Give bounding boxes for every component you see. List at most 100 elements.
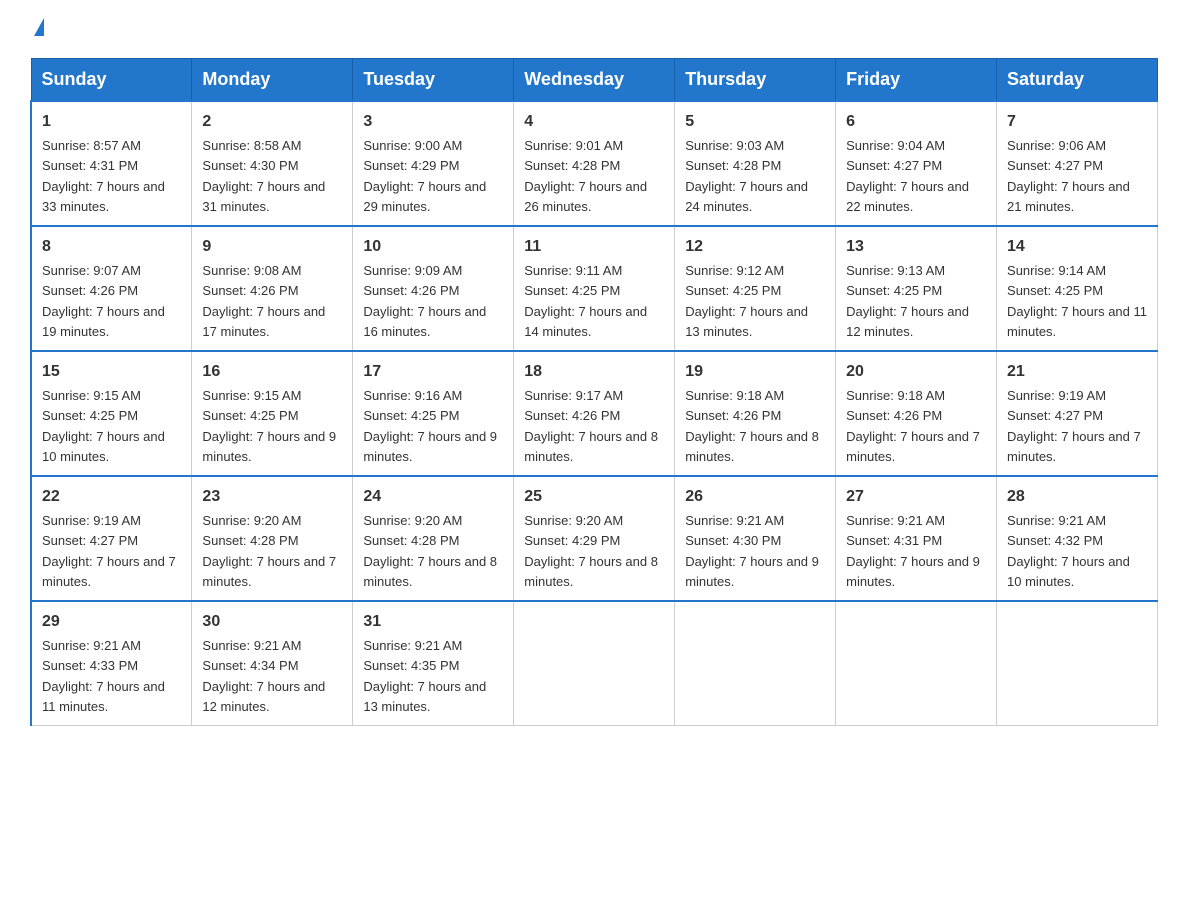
table-row: 16 Sunrise: 9:15 AMSunset: 4:25 PMDayligh… (192, 351, 353, 476)
day-info: Sunrise: 9:06 AMSunset: 4:27 PMDaylight:… (1007, 138, 1130, 214)
day-number: 10 (363, 235, 503, 259)
day-number: 20 (846, 360, 986, 384)
day-number: 5 (685, 110, 825, 134)
table-row: 26 Sunrise: 9:21 AMSunset: 4:30 PMDayligh… (675, 476, 836, 601)
day-info: Sunrise: 9:21 AMSunset: 4:30 PMDaylight:… (685, 513, 819, 589)
table-row: 17Sunrise: 9:16 AMSunset: 4:25 PMDayligh… (353, 351, 514, 476)
table-row (836, 601, 997, 726)
day-number: 21 (1007, 360, 1147, 384)
day-number: 9 (202, 235, 342, 259)
day-info: Sunrise: 9:18 AMSunset: 4:26 PMDaylight:… (846, 388, 980, 464)
day-info: Sunrise: 9:20 AMSunset: 4:28 PMDaylight:… (363, 513, 497, 589)
day-info: Sunrise: 9:19 AMSunset: 4:27 PMDaylight:… (42, 513, 176, 589)
table-row: 8Sunrise: 9:07 AMSunset: 4:26 PMDaylight… (31, 226, 192, 351)
day-info: Sunrise: 9:12 AMSunset: 4:25 PMDaylight:… (685, 263, 808, 339)
day-number: 26 (685, 485, 825, 509)
day-number: 2 (202, 110, 342, 134)
table-row: 18 Sunrise: 9:17 AMSunset: 4:26 PMDayligh… (514, 351, 675, 476)
day-number: 8 (42, 235, 181, 259)
table-row: 25Sunrise: 9:20 AMSunset: 4:29 PMDayligh… (514, 476, 675, 601)
day-number: 15 (42, 360, 181, 384)
week-row-1: 1 Sunrise: 8:57 AMSunset: 4:31 PMDaylight… (31, 101, 1158, 226)
calendar-table: SundayMondayTuesdayWednesdayThursdayFrid… (30, 58, 1158, 726)
day-info: Sunrise: 9:20 AMSunset: 4:29 PMDaylight:… (524, 513, 658, 589)
logo-triangle-icon (34, 18, 44, 36)
day-info: Sunrise: 9:21 AMSunset: 4:32 PMDaylight:… (1007, 513, 1130, 589)
table-row (675, 601, 836, 726)
table-row: 29 Sunrise: 9:21 AMSunset: 4:33 PMDayligh… (31, 601, 192, 726)
week-row-4: 22Sunrise: 9:19 AMSunset: 4:27 PMDayligh… (31, 476, 1158, 601)
day-number: 16 (202, 360, 342, 384)
table-row: 19 Sunrise: 9:18 AMSunset: 4:26 PMDayligh… (675, 351, 836, 476)
table-row: 10 Sunrise: 9:09 AMSunset: 4:26 PMDayligh… (353, 226, 514, 351)
table-row: 27 Sunrise: 9:21 AMSunset: 4:31 PMDayligh… (836, 476, 997, 601)
day-info: Sunrise: 9:15 AMSunset: 4:25 PMDaylight:… (202, 388, 336, 464)
day-info: Sunrise: 9:21 AMSunset: 4:31 PMDaylight:… (846, 513, 980, 589)
table-row: 7 Sunrise: 9:06 AMSunset: 4:27 PMDaylight… (997, 101, 1158, 226)
day-info: Sunrise: 9:04 AMSunset: 4:27 PMDaylight:… (846, 138, 969, 214)
table-row: 9 Sunrise: 9:08 AMSunset: 4:26 PMDaylight… (192, 226, 353, 351)
table-row: 14Sunrise: 9:14 AMSunset: 4:25 PMDayligh… (997, 226, 1158, 351)
day-info: Sunrise: 9:21 AMSunset: 4:33 PMDaylight:… (42, 638, 165, 714)
day-number: 1 (42, 110, 181, 134)
day-info: Sunrise: 9:09 AMSunset: 4:26 PMDaylight:… (363, 263, 486, 339)
header-tuesday: Tuesday (353, 59, 514, 102)
day-number: 27 (846, 485, 986, 509)
week-row-2: 8Sunrise: 9:07 AMSunset: 4:26 PMDaylight… (31, 226, 1158, 351)
table-row: 30 Sunrise: 9:21 AMSunset: 4:34 PMDayligh… (192, 601, 353, 726)
day-number: 7 (1007, 110, 1147, 134)
day-number: 24 (363, 485, 503, 509)
table-row: 24 Sunrise: 9:20 AMSunset: 4:28 PMDayligh… (353, 476, 514, 601)
header-saturday: Saturday (997, 59, 1158, 102)
table-row (997, 601, 1158, 726)
week-row-5: 29 Sunrise: 9:21 AMSunset: 4:33 PMDayligh… (31, 601, 1158, 726)
day-number: 17 (363, 360, 503, 384)
day-info: Sunrise: 9:13 AMSunset: 4:25 PMDaylight:… (846, 263, 969, 339)
table-row: 1 Sunrise: 8:57 AMSunset: 4:31 PMDaylight… (31, 101, 192, 226)
table-row: 22Sunrise: 9:19 AMSunset: 4:27 PMDayligh… (31, 476, 192, 601)
table-row: 13 Sunrise: 9:13 AMSunset: 4:25 PMDayligh… (836, 226, 997, 351)
day-number: 6 (846, 110, 986, 134)
day-info: Sunrise: 9:01 AMSunset: 4:28 PMDaylight:… (524, 138, 647, 214)
day-number: 29 (42, 610, 181, 634)
day-number: 3 (363, 110, 503, 134)
header-thursday: Thursday (675, 59, 836, 102)
header-sunday: Sunday (31, 59, 192, 102)
table-row: 15 Sunrise: 9:15 AMSunset: 4:25 PMDayligh… (31, 351, 192, 476)
day-info: Sunrise: 9:00 AMSunset: 4:29 PMDaylight:… (363, 138, 486, 214)
day-number: 30 (202, 610, 342, 634)
table-row: 21 Sunrise: 9:19 AMSunset: 4:27 PMDayligh… (997, 351, 1158, 476)
table-row: 31Sunrise: 9:21 AMSunset: 4:35 PMDayligh… (353, 601, 514, 726)
header-wednesday: Wednesday (514, 59, 675, 102)
day-info: Sunrise: 9:03 AMSunset: 4:28 PMDaylight:… (685, 138, 808, 214)
day-number: 12 (685, 235, 825, 259)
day-number: 13 (846, 235, 986, 259)
table-row: 6 Sunrise: 9:04 AMSunset: 4:27 PMDaylight… (836, 101, 997, 226)
week-row-3: 15 Sunrise: 9:15 AMSunset: 4:25 PMDayligh… (31, 351, 1158, 476)
day-info: Sunrise: 9:14 AMSunset: 4:25 PMDaylight:… (1007, 263, 1147, 339)
table-row: 23Sunrise: 9:20 AMSunset: 4:28 PMDayligh… (192, 476, 353, 601)
day-info: Sunrise: 9:15 AMSunset: 4:25 PMDaylight:… (42, 388, 165, 464)
day-info: Sunrise: 8:58 AMSunset: 4:30 PMDaylight:… (202, 138, 325, 214)
table-row: 3 Sunrise: 9:00 AMSunset: 4:29 PMDaylight… (353, 101, 514, 226)
table-row: 5 Sunrise: 9:03 AMSunset: 4:28 PMDaylight… (675, 101, 836, 226)
table-row (514, 601, 675, 726)
day-info: Sunrise: 9:08 AMSunset: 4:26 PMDaylight:… (202, 263, 325, 339)
day-info: Sunrise: 9:18 AMSunset: 4:26 PMDaylight:… (685, 388, 819, 464)
header (30, 20, 1158, 38)
logo (30, 20, 44, 38)
header-row: SundayMondayTuesdayWednesdayThursdayFrid… (31, 59, 1158, 102)
table-row: 12 Sunrise: 9:12 AMSunset: 4:25 PMDayligh… (675, 226, 836, 351)
day-info: Sunrise: 8:57 AMSunset: 4:31 PMDaylight:… (42, 138, 165, 214)
day-info: Sunrise: 9:11 AMSunset: 4:25 PMDaylight:… (524, 263, 647, 339)
day-number: 18 (524, 360, 664, 384)
day-info: Sunrise: 9:21 AMSunset: 4:34 PMDaylight:… (202, 638, 325, 714)
table-row: 4Sunrise: 9:01 AMSunset: 4:28 PMDaylight… (514, 101, 675, 226)
day-number: 31 (363, 610, 503, 634)
day-info: Sunrise: 9:17 AMSunset: 4:26 PMDaylight:… (524, 388, 658, 464)
table-row: 20 Sunrise: 9:18 AMSunset: 4:26 PMDayligh… (836, 351, 997, 476)
table-row: 28Sunrise: 9:21 AMSunset: 4:32 PMDayligh… (997, 476, 1158, 601)
day-info: Sunrise: 9:19 AMSunset: 4:27 PMDaylight:… (1007, 388, 1141, 464)
day-number: 19 (685, 360, 825, 384)
header-monday: Monday (192, 59, 353, 102)
